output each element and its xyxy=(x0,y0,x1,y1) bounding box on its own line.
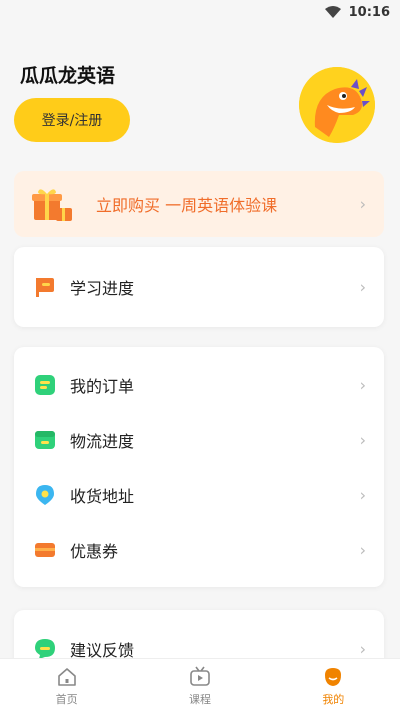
logistics-icon xyxy=(35,430,55,449)
menu-item-coupons[interactable]: 优惠券 › xyxy=(14,522,384,577)
login-register-button[interactable]: 登录/注册 xyxy=(14,98,130,142)
menu-item-my-orders[interactable]: 我的订单 › xyxy=(14,357,384,412)
tab-label: 首页 xyxy=(55,692,78,706)
location-pin-icon xyxy=(36,484,54,505)
chevron-right-icon: › xyxy=(359,194,366,214)
tv-play-icon xyxy=(190,666,210,686)
bottom-tab-bar: 首页 课程 我的 xyxy=(0,658,400,712)
chevron-right-icon: › xyxy=(359,375,366,394)
menu-item-label: 我的订单 xyxy=(70,376,135,396)
chevron-right-icon: › xyxy=(359,485,366,504)
progress-card: 学习进度 › xyxy=(14,247,384,327)
profile-icon xyxy=(325,667,342,686)
orders-card: 我的订单 › 物流进度 › 收货地址 › 优惠券 › xyxy=(14,347,384,587)
menu-item-shipping-address[interactable]: 收货地址 › xyxy=(14,467,384,522)
tab-label: 课程 xyxy=(188,692,211,706)
status-bar: 10:16 xyxy=(0,0,400,24)
menu-item-label: 学习进度 xyxy=(70,279,135,298)
dinosaur-mascot-icon xyxy=(299,67,375,143)
menu-item-logistics[interactable]: 物流进度 › xyxy=(14,412,384,467)
app-name: 瓜瓜龙英语 xyxy=(20,65,116,87)
coupon-icon xyxy=(35,542,55,557)
menu-item-feedback[interactable]: 建议反馈 › xyxy=(14,610,384,660)
menu-item-label: 收货地址 xyxy=(70,486,135,506)
order-icon xyxy=(35,374,55,395)
feedback-card: 建议反馈 › xyxy=(14,610,384,660)
tab-home[interactable]: 首页 xyxy=(0,659,133,712)
chevron-right-icon: › xyxy=(359,430,366,449)
menu-item-study-progress[interactable]: 学习进度 › xyxy=(14,247,384,327)
profile-header: 瓜瓜龙英语 登录/注册 xyxy=(0,24,400,154)
chat-bubble-icon xyxy=(35,639,55,659)
menu-item-label: 优惠券 xyxy=(70,541,119,561)
flag-icon xyxy=(36,278,54,297)
promo-text: 立即购买 一周英语体验课 xyxy=(96,196,278,215)
tab-mine[interactable]: 我的 xyxy=(267,659,400,712)
menu-item-label: 物流进度 xyxy=(70,431,135,451)
tab-label: 我的 xyxy=(322,692,345,706)
wifi-icon xyxy=(324,6,341,18)
promo-banner[interactable]: 立即购买 一周英语体验课 › xyxy=(14,171,384,237)
chevron-right-icon: › xyxy=(359,277,366,297)
status-time: 10:16 xyxy=(348,4,390,20)
chevron-right-icon: › xyxy=(359,639,366,659)
home-icon xyxy=(57,667,76,686)
chevron-right-icon: › xyxy=(359,540,366,559)
avatar[interactable] xyxy=(299,67,375,143)
gift-icon xyxy=(32,189,72,221)
menu-item-label: 建议反馈 xyxy=(70,641,135,660)
tab-courses[interactable]: 课程 xyxy=(133,659,266,712)
